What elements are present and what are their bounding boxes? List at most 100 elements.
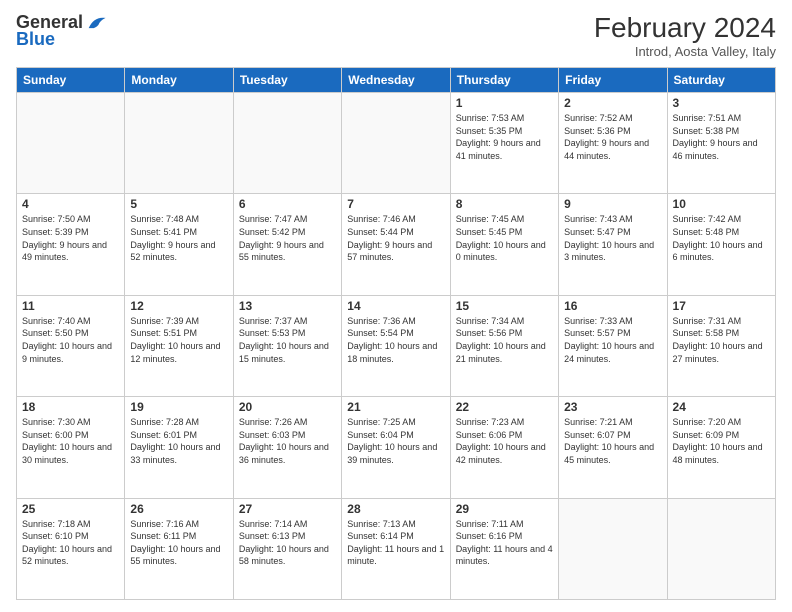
day-number: 9 <box>564 197 661 211</box>
day-info: Sunrise: 7:53 AM Sunset: 5:35 PM Dayligh… <box>456 112 553 162</box>
day-number: 17 <box>673 299 770 313</box>
col-friday: Friday <box>559 68 667 93</box>
calendar-cell: 24Sunrise: 7:20 AM Sunset: 6:09 PM Dayli… <box>667 397 775 498</box>
day-number: 3 <box>673 96 770 110</box>
day-info: Sunrise: 7:42 AM Sunset: 5:48 PM Dayligh… <box>673 213 770 263</box>
day-info: Sunrise: 7:33 AM Sunset: 5:57 PM Dayligh… <box>564 315 661 365</box>
calendar-week-5: 25Sunrise: 7:18 AM Sunset: 6:10 PM Dayli… <box>17 498 776 599</box>
calendar-cell: 29 Sunrise: 7:11 AM Sunset: 6:16 PM Dayli… <box>450 498 558 599</box>
calendar-week-2: 4 Sunrise: 7:50 AM Sunset: 5:39 PM Daylig… <box>17 194 776 295</box>
calendar-cell: 9 Sunrise: 7:43 AM Sunset: 5:47 PM Daylig… <box>559 194 667 295</box>
calendar-cell: 10 Sunrise: 7:42 AM Sunset: 5:48 PM Dayli… <box>667 194 775 295</box>
col-sunday: Sunday <box>17 68 125 93</box>
calendar-week-4: 18Sunrise: 7:30 AM Sunset: 6:00 PM Dayli… <box>17 397 776 498</box>
day-info: Sunrise: 7:47 AM Sunset: 5:42 PM Dayligh… <box>239 213 336 263</box>
day-number: 28 <box>347 502 444 516</box>
calendar-cell: 26 Sunrise: 7:16 AM Sunset: 6:11 PM Dayli… <box>125 498 233 599</box>
day-info: Sunrise: 7:36 AM Sunset: 5:54 PM Dayligh… <box>347 315 444 365</box>
calendar-cell <box>233 93 341 194</box>
day-info: Sunrise: 7:50 AM Sunset: 5:39 PM Dayligh… <box>22 213 119 263</box>
calendar-week-1: 1Sunrise: 7:53 AM Sunset: 5:35 PM Daylig… <box>17 93 776 194</box>
calendar-cell: 5 Sunrise: 7:48 AM Sunset: 5:41 PM Daylig… <box>125 194 233 295</box>
day-info: Sunrise: 7:48 AM Sunset: 5:41 PM Dayligh… <box>130 213 227 263</box>
day-number: 23 <box>564 400 661 414</box>
calendar-header-row: Sunday Monday Tuesday Wednesday Thursday… <box>17 68 776 93</box>
calendar-cell: 13Sunrise: 7:37 AM Sunset: 5:53 PM Dayli… <box>233 295 341 396</box>
page: General Blue February 2024 Introd, Aosta… <box>0 0 792 612</box>
day-number: 22 <box>456 400 553 414</box>
calendar-cell: 22 Sunrise: 7:23 AM Sunset: 6:06 PM Dayli… <box>450 397 558 498</box>
day-info: Sunrise: 7:16 AM Sunset: 6:11 PM Dayligh… <box>130 518 227 568</box>
day-info: Sunrise: 7:31 AM Sunset: 5:58 PM Dayligh… <box>673 315 770 365</box>
calendar-cell: 25Sunrise: 7:18 AM Sunset: 6:10 PM Dayli… <box>17 498 125 599</box>
calendar-cell <box>667 498 775 599</box>
logo: General Blue <box>16 12 107 50</box>
day-info: Sunrise: 7:40 AM Sunset: 5:50 PM Dayligh… <box>22 315 119 365</box>
day-info: Sunrise: 7:23 AM Sunset: 6:06 PM Dayligh… <box>456 416 553 466</box>
calendar-cell <box>125 93 233 194</box>
day-number: 20 <box>239 400 336 414</box>
day-info: Sunrise: 7:26 AM Sunset: 6:03 PM Dayligh… <box>239 416 336 466</box>
header: General Blue February 2024 Introd, Aosta… <box>16 12 776 59</box>
calendar-cell: 2Sunrise: 7:52 AM Sunset: 5:36 PM Daylig… <box>559 93 667 194</box>
calendar-week-3: 11Sunrise: 7:40 AM Sunset: 5:50 PM Dayli… <box>17 295 776 396</box>
calendar-cell: 8 Sunrise: 7:45 AM Sunset: 5:45 PM Daylig… <box>450 194 558 295</box>
col-tuesday: Tuesday <box>233 68 341 93</box>
day-number: 19 <box>130 400 227 414</box>
day-number: 18 <box>22 400 119 414</box>
day-info: Sunrise: 7:43 AM Sunset: 5:47 PM Dayligh… <box>564 213 661 263</box>
day-number: 5 <box>130 197 227 211</box>
calendar-cell: 14 Sunrise: 7:36 AM Sunset: 5:54 PM Dayli… <box>342 295 450 396</box>
day-info: Sunrise: 7:11 AM Sunset: 6:16 PM Dayligh… <box>456 518 553 568</box>
day-number: 29 <box>456 502 553 516</box>
calendar-cell: 21 Sunrise: 7:25 AM Sunset: 6:04 PM Dayli… <box>342 397 450 498</box>
day-info: Sunrise: 7:45 AM Sunset: 5:45 PM Dayligh… <box>456 213 553 263</box>
day-number: 26 <box>130 502 227 516</box>
calendar-cell: 4 Sunrise: 7:50 AM Sunset: 5:39 PM Daylig… <box>17 194 125 295</box>
col-wednesday: Wednesday <box>342 68 450 93</box>
day-number: 21 <box>347 400 444 414</box>
calendar-cell: 15 Sunrise: 7:34 AM Sunset: 5:56 PM Dayli… <box>450 295 558 396</box>
day-number: 13 <box>239 299 336 313</box>
day-number: 12 <box>130 299 227 313</box>
col-thursday: Thursday <box>450 68 558 93</box>
day-number: 8 <box>456 197 553 211</box>
day-info: Sunrise: 7:20 AM Sunset: 6:09 PM Dayligh… <box>673 416 770 466</box>
subtitle: Introd, Aosta Valley, Italy <box>594 44 776 59</box>
calendar-cell: 20 Sunrise: 7:26 AM Sunset: 6:03 PM Dayli… <box>233 397 341 498</box>
day-info: Sunrise: 7:39 AM Sunset: 5:51 PM Dayligh… <box>130 315 227 365</box>
day-number: 15 <box>456 299 553 313</box>
calendar-cell <box>17 93 125 194</box>
day-info: Sunrise: 7:51 AM Sunset: 5:38 PM Dayligh… <box>673 112 770 162</box>
day-info: Sunrise: 7:25 AM Sunset: 6:04 PM Dayligh… <box>347 416 444 466</box>
col-saturday: Saturday <box>667 68 775 93</box>
day-number: 10 <box>673 197 770 211</box>
main-title: February 2024 <box>594 12 776 44</box>
calendar-cell: 28Sunrise: 7:13 AM Sunset: 6:14 PM Dayli… <box>342 498 450 599</box>
day-number: 27 <box>239 502 336 516</box>
day-number: 7 <box>347 197 444 211</box>
col-monday: Monday <box>125 68 233 93</box>
calendar-cell: 1Sunrise: 7:53 AM Sunset: 5:35 PM Daylig… <box>450 93 558 194</box>
day-info: Sunrise: 7:18 AM Sunset: 6:10 PM Dayligh… <box>22 518 119 568</box>
calendar-cell: 17 Sunrise: 7:31 AM Sunset: 5:58 PM Dayli… <box>667 295 775 396</box>
day-number: 4 <box>22 197 119 211</box>
day-number: 6 <box>239 197 336 211</box>
calendar-cell: 3 Sunrise: 7:51 AM Sunset: 5:38 PM Daylig… <box>667 93 775 194</box>
calendar-cell <box>342 93 450 194</box>
day-number: 16 <box>564 299 661 313</box>
day-info: Sunrise: 7:46 AM Sunset: 5:44 PM Dayligh… <box>347 213 444 263</box>
day-info: Sunrise: 7:34 AM Sunset: 5:56 PM Dayligh… <box>456 315 553 365</box>
day-number: 14 <box>347 299 444 313</box>
calendar-cell: 7 Sunrise: 7:46 AM Sunset: 5:44 PM Daylig… <box>342 194 450 295</box>
calendar-cell <box>559 498 667 599</box>
calendar-cell: 6 Sunrise: 7:47 AM Sunset: 5:42 PM Daylig… <box>233 194 341 295</box>
calendar-cell: 23Sunrise: 7:21 AM Sunset: 6:07 PM Dayli… <box>559 397 667 498</box>
day-info: Sunrise: 7:28 AM Sunset: 6:01 PM Dayligh… <box>130 416 227 466</box>
logo-text-blue: Blue <box>16 30 55 50</box>
calendar: Sunday Monday Tuesday Wednesday Thursday… <box>16 67 776 600</box>
day-info: Sunrise: 7:14 AM Sunset: 6:13 PM Dayligh… <box>239 518 336 568</box>
day-info: Sunrise: 7:52 AM Sunset: 5:36 PM Dayligh… <box>564 112 661 162</box>
calendar-cell: 11Sunrise: 7:40 AM Sunset: 5:50 PM Dayli… <box>17 295 125 396</box>
calendar-cell: 27 Sunrise: 7:14 AM Sunset: 6:13 PM Dayli… <box>233 498 341 599</box>
